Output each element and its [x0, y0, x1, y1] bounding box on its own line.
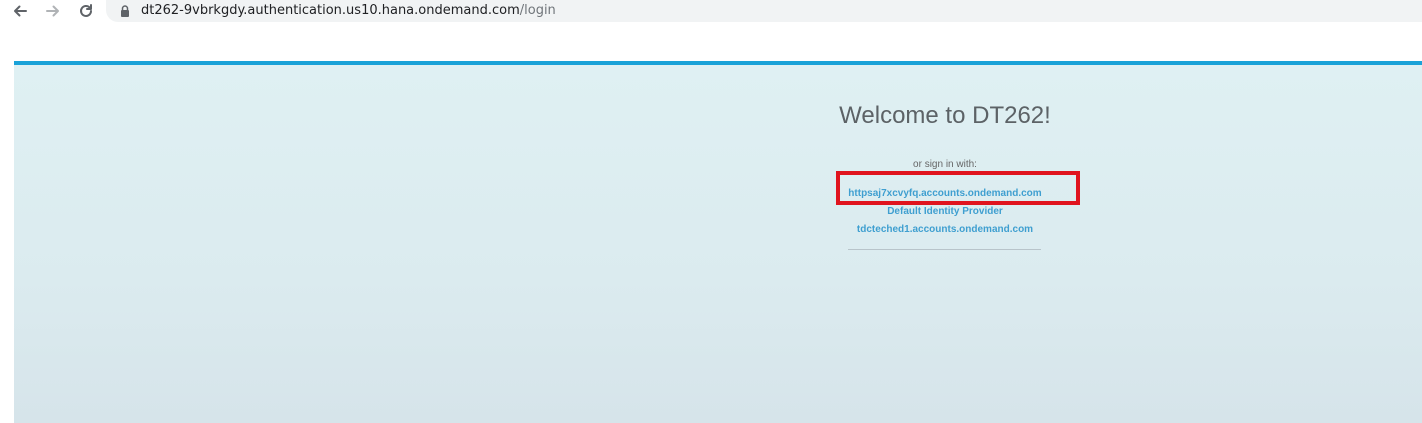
page-margin	[0, 61, 14, 423]
url-host: dt262-9vbrkgdy.authentication.us10.hana.…	[141, 3, 520, 18]
divider	[848, 249, 1041, 250]
address-bar[interactable]: dt262-9vbrkgdy.authentication.us10.hana.…	[106, 0, 1422, 22]
page-title: Welcome to DT262!	[839, 102, 1051, 129]
url-path: /login	[519, 3, 556, 18]
lock-icon	[121, 5, 129, 17]
arrow-left-icon	[14, 5, 27, 17]
signin-prompt: or sign in with:	[913, 159, 977, 170]
idp-link-default[interactable]: Default Identity Provider	[820, 206, 1070, 217]
idp-link-tdcteched1[interactable]: tdcteched1.accounts.ondemand.com	[820, 224, 1070, 235]
browser-toolbar: dt262-9vbrkgdy.authentication.us10.hana.…	[0, 0, 1422, 24]
back-button[interactable]	[8, 0, 32, 22]
login-page	[14, 61, 1422, 423]
arrow-right-icon	[46, 5, 59, 17]
forward-button[interactable]	[41, 0, 65, 22]
reload-icon	[80, 4, 92, 17]
url-text[interactable]: dt262-9vbrkgdy.authentication.us10.hana.…	[141, 3, 556, 19]
reload-button[interactable]	[74, 0, 98, 22]
highlight-annotation	[836, 171, 1080, 205]
toolbar-spacer	[0, 24, 1422, 61]
